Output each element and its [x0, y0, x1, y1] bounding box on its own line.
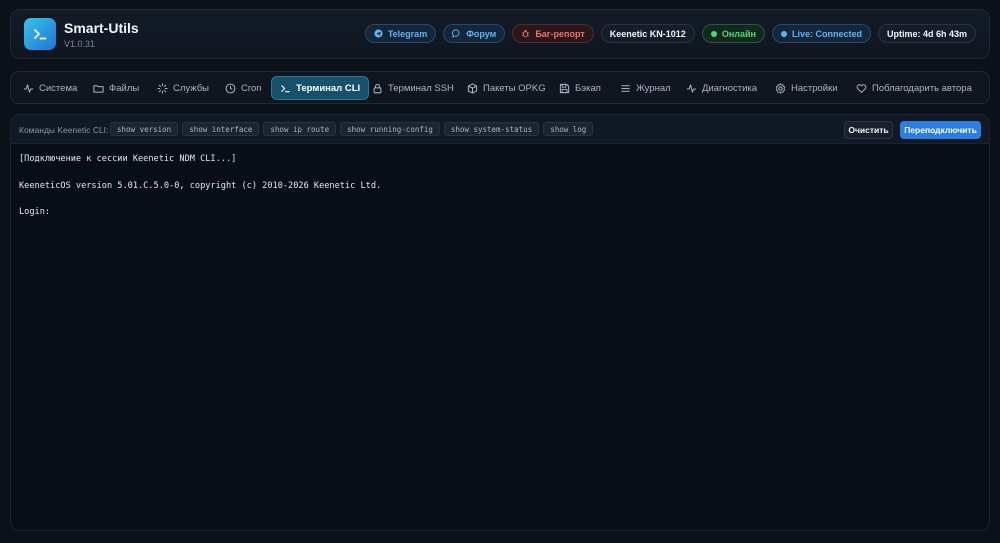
pulse-icon — [686, 83, 697, 93]
app-logo — [24, 18, 56, 50]
telegram-link[interactable]: Telegram — [364, 24, 437, 43]
tab-terminal-cli-label: Терминал CLI — [296, 82, 361, 94]
package-icon — [467, 82, 478, 94]
online-status-label: Онлайн — [721, 28, 756, 39]
app-title: Smart-Utils — [64, 20, 139, 36]
uptime-label: Uptime: 4d 6h 43m — [886, 28, 967, 39]
forum-link[interactable]: Форум — [443, 24, 506, 43]
terminal-panel: Команды Keenetic CLI: show version show … — [10, 114, 990, 531]
tab-diagnostics-label: Диагностика — [702, 82, 758, 94]
activity-icon — [23, 83, 34, 93]
bug-icon — [522, 29, 530, 38]
tab-backup[interactable]: Бэкап — [559, 76, 601, 100]
tab-opkg[interactable]: Пакеты OPKG — [467, 76, 546, 100]
online-dot-icon — [710, 30, 717, 37]
quick-command-show-ip-route[interactable]: show ip route — [263, 122, 337, 136]
telegram-label: Telegram — [387, 28, 428, 39]
reconnect-button[interactable]: Переподключить — [900, 121, 981, 139]
terminal-toolbar: Команды Keenetic CLI: show version show … — [11, 115, 989, 144]
main-nav: Система Файлы Службы Cron Терминал CLI Т… — [10, 71, 990, 104]
tab-thank-author-label: Поблагодарить автора — [872, 82, 972, 94]
quick-command-show-log[interactable]: show log — [543, 122, 594, 136]
heart-icon — [856, 83, 867, 93]
terminal-icon — [281, 84, 290, 92]
tab-cron-label: Cron — [241, 82, 262, 94]
terminal-logo-icon — [34, 29, 47, 40]
tab-services[interactable]: Службы — [157, 76, 209, 100]
telegram-icon — [374, 29, 383, 38]
gear-icon — [775, 82, 786, 94]
bug-report-label: Баг-репорт — [535, 28, 585, 39]
bug-report-link[interactable]: Баг-репорт — [512, 24, 594, 43]
tab-cron[interactable]: Cron — [225, 76, 262, 100]
tab-settings-label: Настройки — [791, 82, 838, 94]
terminal-line: [Подключение к сессии Keenetic NDM CLI..… — [19, 154, 237, 164]
save-icon — [559, 83, 570, 93]
folder-icon — [93, 84, 104, 93]
terminal-prompt: Login: — [19, 207, 51, 218]
chat-bubble-icon — [452, 29, 460, 38]
quick-command-show-version[interactable]: show version — [110, 122, 179, 136]
tab-services-label: Службы — [173, 82, 209, 94]
tab-system-label: Система — [39, 82, 78, 94]
tab-system[interactable]: Система — [23, 76, 77, 100]
app-version: V1.0.31 — [64, 39, 96, 49]
tab-diagnostics[interactable]: Диагностика — [686, 76, 757, 100]
header-badges: Telegram Форум Баг-репорт Keenetic KN-10… — [364, 24, 976, 43]
quick-command-show-running-config[interactable]: show running-config — [340, 122, 440, 136]
device-model-badge: Keenetic KN-1012 — [600, 24, 695, 43]
lock-icon — [373, 83, 382, 93]
tab-terminal-ssh-label: Терминал SSH — [388, 82, 454, 94]
live-status-badge: Live: Connected — [771, 24, 871, 43]
tab-files-label: Файлы — [109, 82, 140, 94]
forum-label: Форум — [466, 28, 497, 39]
device-model-label: Keenetic KN-1012 — [609, 28, 686, 39]
commands-label: Команды Keenetic CLI: — [19, 125, 109, 135]
tab-opkg-label: Пакеты OPKG — [483, 82, 546, 94]
terminal-output[interactable]: [Подключение к сессии Keenetic NDM CLI..… — [19, 153, 381, 219]
quick-command-show-interface[interactable]: show interface — [182, 122, 260, 136]
clear-button[interactable]: Очистить — [844, 121, 893, 139]
loader-icon — [157, 82, 168, 94]
live-status-label: Live: Connected — [791, 28, 862, 39]
tab-backup-label: Бэкап — [575, 82, 601, 94]
quick-command-show-system-status[interactable]: show system-status — [443, 122, 540, 136]
quick-commands: show version show interface show ip rout… — [110, 122, 594, 136]
clock-icon — [225, 83, 236, 93]
tab-journal[interactable]: Журнал — [620, 76, 671, 100]
tab-terminal-ssh[interactable]: Терминал SSH — [372, 76, 454, 100]
terminal-line: KeeneticOS version 5.01.C.5.0-0, copyrig… — [19, 180, 382, 191]
tab-thank-author[interactable]: Поблагодарить автора — [856, 76, 972, 100]
online-status-badge: Онлайн — [701, 24, 765, 43]
uptime-badge: Uptime: 4d 6h 43m — [877, 24, 976, 43]
tab-settings[interactable]: Настройки — [775, 76, 838, 100]
live-dot-icon — [780, 30, 787, 37]
tab-files[interactable]: Файлы — [93, 76, 139, 100]
tab-terminal-cli[interactable]: Терминал CLI — [271, 76, 370, 100]
tab-journal-label: Журнал — [636, 82, 671, 94]
list-icon — [621, 84, 630, 92]
app-header: Smart-Utils V1.0.31 Telegram Форум Баг-р… — [10, 9, 990, 59]
